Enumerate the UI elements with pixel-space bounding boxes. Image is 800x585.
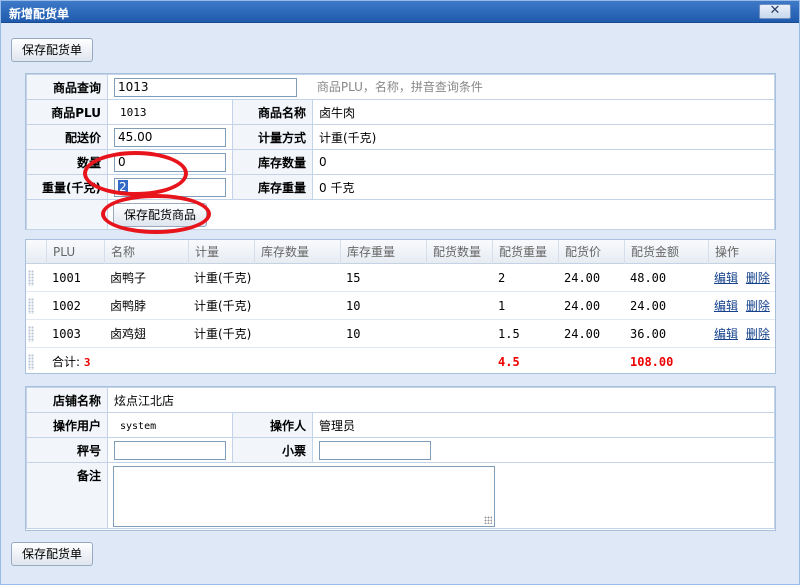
plu-label: 商品PLU <box>26 99 108 125</box>
query-label: 商品查询 <box>26 74 108 100</box>
operator-label: 操作人 <box>232 412 313 438</box>
cell-name: 卤鸭子 <box>110 271 147 285</box>
note-textarea[interactable] <box>113 466 495 527</box>
cell-amount: 24.00 <box>630 299 667 313</box>
col-price[interactable]: 配货价 <box>558 240 624 264</box>
col-weight[interactable]: 配货重量 <box>492 240 558 264</box>
row-drag-handle <box>28 354 34 370</box>
cell-price: 24.00 <box>564 327 601 341</box>
bottom-toolbar: 保存配货单 <box>11 541 789 571</box>
save-order-button-top[interactable]: 保存配货单 <box>11 38 94 62</box>
name-value: 卤牛肉 <box>319 105 356 120</box>
col-plu[interactable]: PLU <box>46 240 104 264</box>
cell-name: 卤鸭脖 <box>110 299 147 313</box>
delete-link[interactable]: 删除 <box>746 271 770 285</box>
cell-stock-weight: 10 <box>346 299 361 313</box>
cell-stock-weight: 10 <box>346 327 361 341</box>
store-info-panel: 店铺名称 炫点江北店 操作用户 system 操作人 管理员 秤号 小票 备注 <box>25 386 776 531</box>
cell-plu: 1003 <box>52 327 81 341</box>
col-stock-weight[interactable]: 库存重量 <box>340 240 426 264</box>
summary-weight: 4.5 <box>498 355 520 369</box>
user-value: system <box>120 421 157 432</box>
name-label: 商品名称 <box>232 99 313 125</box>
row-drag-handle[interactable] <box>28 298 34 314</box>
cell-plu: 1002 <box>52 299 81 313</box>
empty-label-cell <box>26 199 108 230</box>
summary-label: 合计: <box>52 355 81 369</box>
weight-input[interactable]: 2 <box>114 177 226 197</box>
measure-value: 计重(千克) <box>319 130 377 145</box>
qty-label: 数量 <box>26 149 108 175</box>
stock-qty-value: 0 <box>319 155 327 169</box>
query-input[interactable]: 1013 <box>114 77 297 97</box>
cell-stock-weight: 15 <box>346 271 361 285</box>
user-label: 操作用户 <box>26 412 108 438</box>
summary-row: 合计: 3 4.5 108.00 <box>26 348 775 376</box>
edit-link[interactable]: 编辑 <box>714 271 738 285</box>
measure-label: 计量方式 <box>232 124 313 150</box>
cell-amount: 48.00 <box>630 271 667 285</box>
scale-input[interactable] <box>114 440 226 460</box>
title-bar: 新增配货单 ✕ <box>1 1 799 23</box>
cell-weight: 1.5 <box>498 327 520 341</box>
stock-weight-value: 0 千克 <box>319 180 355 195</box>
plu-value: 1013 <box>120 106 147 119</box>
edit-link[interactable]: 编辑 <box>714 299 738 313</box>
row-drag-handle[interactable] <box>28 270 34 286</box>
weight-selected-text: 2 <box>118 179 128 194</box>
note-label: 备注 <box>26 462 108 529</box>
close-button[interactable]: ✕ <box>759 4 791 19</box>
item-entry-form: 商品查询 1013 商品PLU，名称，拼音查询条件 商品PLU 1013 商品名… <box>26 74 775 230</box>
resize-grip-icon[interactable] <box>484 516 492 524</box>
store-label: 店铺名称 <box>26 387 108 413</box>
table-row: 1003 卤鸡翅 计重(千克) 10 1.5 24.00 36.00 编辑 删除 <box>26 320 775 348</box>
table-row: 1001 卤鸭子 计重(千克) 15 2 24.00 48.00 编辑 删除 <box>26 264 775 292</box>
cell-measure: 计重(千克) <box>194 327 252 341</box>
cell-amount: 36.00 <box>630 327 667 341</box>
ticket-input[interactable] <box>319 440 431 460</box>
delete-link[interactable]: 删除 <box>746 327 770 341</box>
cell-weight: 1 <box>498 299 506 313</box>
dialog-window: 新增配货单 ✕ 保存配货单 商品查询 1013 商品PLU，名称，拼音查询条件 … <box>0 0 800 585</box>
grid-header: PLU 名称 计量 库存数量 库存重量 配货数量 配货重量 配货价 配货金额 操… <box>26 240 775 264</box>
cell-plu: 1001 <box>52 271 81 285</box>
price-label: 配送价 <box>26 124 108 150</box>
weight-label: 重量(千克) <box>26 174 108 200</box>
summary-count: 3 <box>83 356 91 369</box>
col-amount[interactable]: 配货金额 <box>624 240 708 264</box>
ticket-label: 小票 <box>232 437 313 463</box>
col-qty[interactable]: 配货数量 <box>426 240 492 264</box>
stock-weight-label: 库存重量 <box>232 174 313 200</box>
store-value: 炫点江北店 <box>114 393 175 408</box>
items-grid: PLU 名称 计量 库存数量 库存重量 配货数量 配货重量 配货价 配货金额 操… <box>25 239 776 374</box>
delete-link[interactable]: 删除 <box>746 299 770 313</box>
store-info-form: 店铺名称 炫点江北店 操作用户 system 操作人 管理员 秤号 小票 备注 <box>26 387 775 529</box>
col-measure[interactable]: 计量 <box>188 240 254 264</box>
cell-price: 24.00 <box>564 299 601 313</box>
table-row: 1002 卤鸭脖 计重(千克) 10 1 24.00 24.00 编辑 删除 <box>26 292 775 320</box>
col-stock-qty[interactable]: 库存数量 <box>254 240 340 264</box>
cell-measure: 计重(千克) <box>194 299 252 313</box>
price-input[interactable]: 45.00 <box>114 127 226 147</box>
item-entry-panel: 商品查询 1013 商品PLU，名称，拼音查询条件 商品PLU 1013 商品名… <box>25 73 776 230</box>
col-actions[interactable]: 操作 <box>708 240 775 264</box>
edit-link[interactable]: 编辑 <box>714 327 738 341</box>
save-order-button-bottom[interactable]: 保存配货单 <box>11 542 94 566</box>
query-hint: 商品PLU，名称，拼音查询条件 <box>316 79 483 94</box>
top-toolbar: 保存配货单 <box>11 35 789 65</box>
summary-amount: 108.00 <box>630 355 674 369</box>
operator-value: 管理员 <box>319 418 356 433</box>
scale-label: 秤号 <box>26 437 108 463</box>
cell-measure: 计重(千克) <box>194 271 252 285</box>
stock-qty-label: 库存数量 <box>232 149 313 175</box>
cell-name: 卤鸡翅 <box>110 327 147 341</box>
col-name[interactable]: 名称 <box>104 240 188 264</box>
row-drag-handle[interactable] <box>28 326 34 342</box>
close-icon: ✕ <box>769 3 781 18</box>
save-item-button[interactable]: 保存配货商品 <box>113 203 208 227</box>
cell-weight: 2 <box>498 271 506 285</box>
qty-input[interactable]: 0 <box>114 152 226 172</box>
window-title: 新增配货单 <box>9 7 70 21</box>
cell-price: 24.00 <box>564 271 601 285</box>
